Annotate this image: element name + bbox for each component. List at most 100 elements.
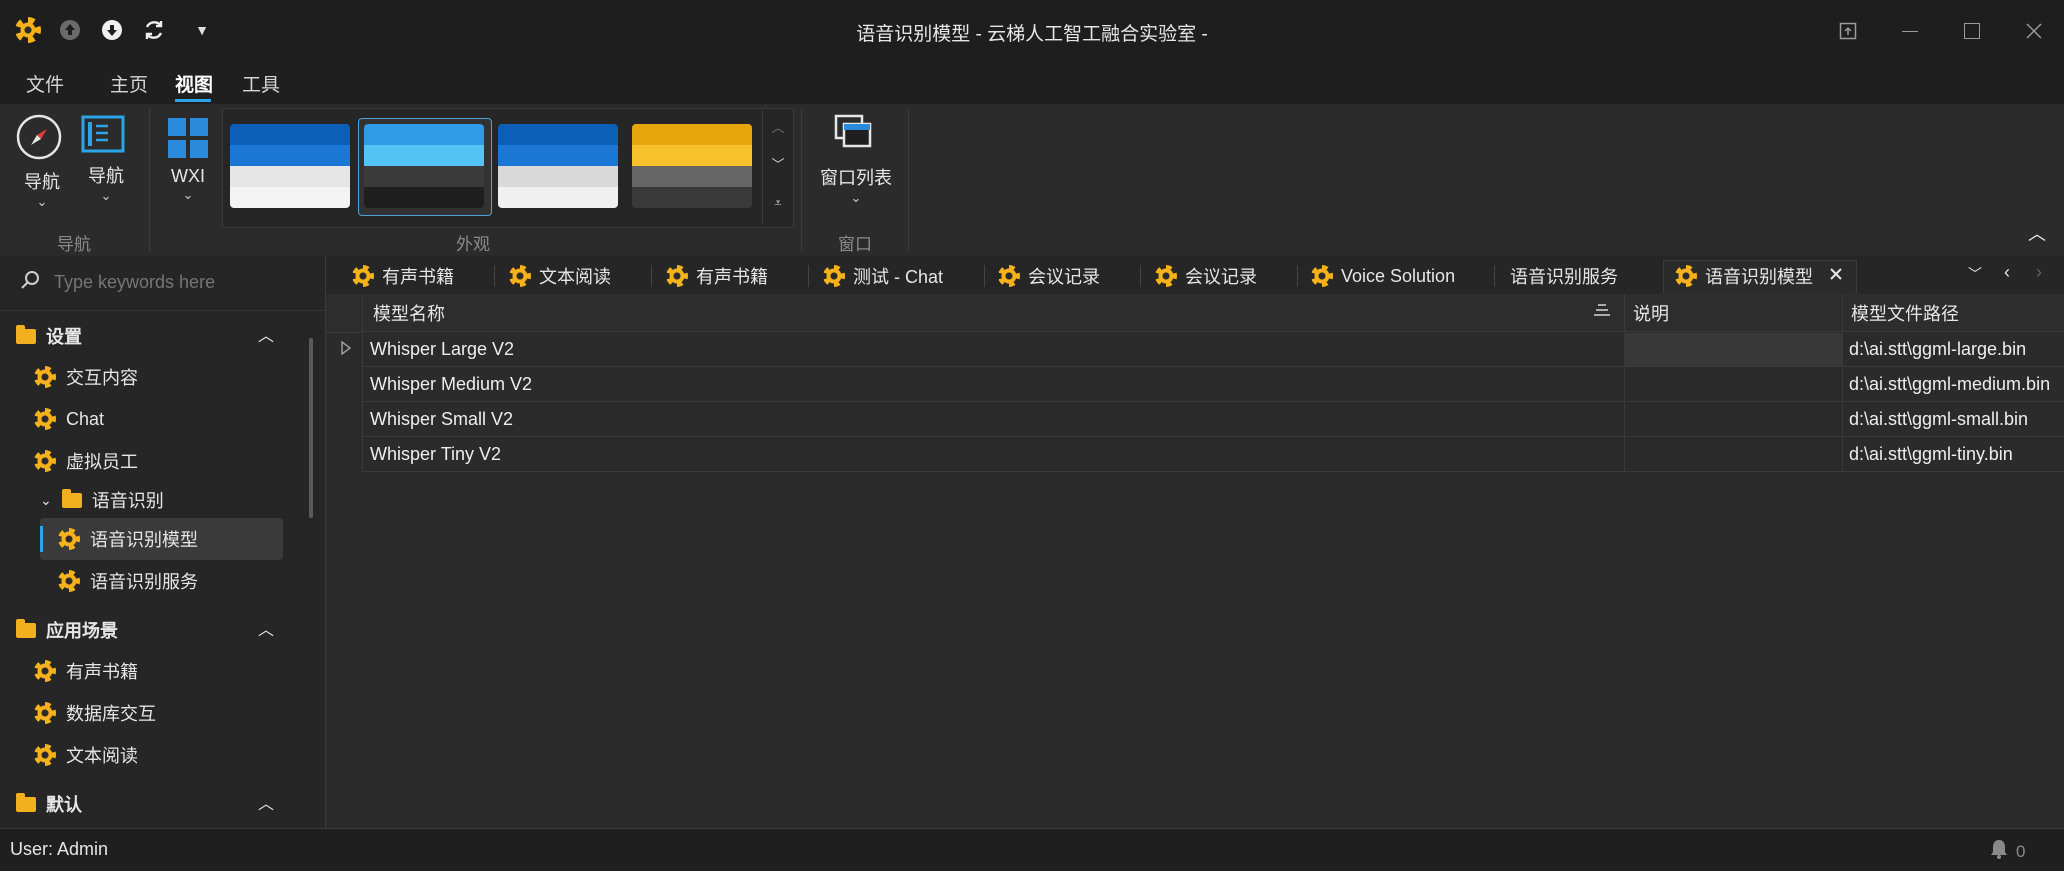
menu-tab-file[interactable]: 文件: [26, 70, 64, 97]
tab-text-reading[interactable]: 文本阅读: [509, 258, 611, 294]
swatch-band: [230, 166, 350, 187]
maximize-button[interactable]: [1952, 14, 1992, 48]
gear-icon: [58, 570, 80, 592]
sidebar-item-audiobooks[interactable]: 有声书籍: [34, 651, 324, 691]
theme-swatch[interactable]: [230, 124, 350, 208]
wxi-theme-button[interactable]: WXI ⌄: [164, 118, 212, 203]
tab-label: 测试 - Chat: [853, 267, 944, 287]
column-header-label: 说明: [1633, 303, 1669, 324]
collapse-group-icon[interactable]: ︿: [258, 322, 274, 346]
column-header-model-name[interactable]: 模型名称: [362, 294, 1624, 332]
notifications[interactable]: 0: [1990, 839, 2025, 864]
divider: [0, 310, 325, 311]
tab-scroll-left-icon[interactable]: ‹: [2004, 262, 2010, 283]
column-header-description[interactable]: 说明: [1624, 294, 1842, 332]
sidebar-item-label: 数据库交互: [66, 704, 156, 724]
swatch-band: [498, 187, 618, 208]
table-cell-model-name[interactable]: Whisper Small V2: [362, 403, 1624, 437]
ribbon-separator: [801, 108, 802, 252]
table-cell-file-path[interactable]: d:\ai.stt\ggml-medium.bin: [1842, 368, 2064, 402]
table-cell-description[interactable]: [1624, 403, 1842, 437]
sidebar-item-text-reading[interactable]: 文本阅读: [34, 735, 324, 775]
nav-button-compass[interactable]: 导航 ⌄: [16, 114, 68, 210]
sidebar-item-virtual-staff[interactable]: 虚拟员工: [34, 441, 324, 481]
collapse-group-icon[interactable]: ︿: [258, 616, 274, 640]
group-title: 设置: [46, 327, 82, 347]
close-button[interactable]: [2014, 14, 2054, 48]
tab-label: 语音识别模型: [1705, 267, 1813, 287]
tab-speech-model[interactable]: 语音识别模型: [1675, 258, 1813, 294]
swatch-band: [230, 187, 350, 208]
table-cell-model-name[interactable]: Whisper Large V2: [362, 333, 1624, 367]
nav-button-panel[interactable]: 导航 ⌄: [80, 114, 132, 204]
tab-audiobooks[interactable]: 有声书籍: [352, 258, 454, 294]
row-indicator-header: [326, 294, 362, 333]
sidebar-item-speech-service[interactable]: 语音识别服务: [58, 561, 348, 601]
nav-button-label: 导航: [88, 166, 124, 186]
tab-meeting-notes-2[interactable]: 会议记录: [1155, 258, 1257, 294]
sidebar-folder-speech[interactable]: ⌄ 语音识别: [40, 480, 330, 520]
title-bar: ▼ 语音识别模型 - 云梯人工智工融合实验室 -: [0, 0, 2064, 62]
tab-separator: [1494, 265, 1495, 287]
collapse-group-icon[interactable]: ︿: [258, 790, 274, 814]
gear-icon: [823, 265, 845, 287]
tab-test-chat[interactable]: 测试 - Chat: [823, 258, 943, 294]
tab-meeting-notes[interactable]: 会议记录: [998, 258, 1100, 294]
collapse-ribbon-icon[interactable]: ︿: [2028, 220, 2046, 246]
table-cell-description[interactable]: [1624, 438, 1842, 472]
table-cell-description[interactable]: [1624, 333, 1842, 367]
gear-icon: [34, 744, 56, 766]
gallery-up-icon[interactable]: ︿: [763, 110, 793, 146]
tab-scroll-right-icon[interactable]: ›: [2036, 262, 2042, 283]
theme-swatch[interactable]: [364, 124, 484, 208]
menu-tab-home[interactable]: 主页: [110, 70, 148, 97]
gallery-down-icon[interactable]: ﹀: [763, 146, 793, 184]
ribbon-group-nav-label: 导航: [57, 235, 91, 254]
sidebar-scrollbar[interactable]: [309, 338, 313, 518]
tab-voice-solution[interactable]: Voice Solution: [1311, 258, 1455, 294]
tab-audiobooks-2[interactable]: 有声书籍: [666, 258, 768, 294]
table-cell-description[interactable]: [1624, 368, 1842, 402]
wxi-label: WXI: [171, 166, 205, 186]
row-expand-icon[interactable]: [340, 340, 352, 361]
window-list-button[interactable]: 窗口列表 ⌄: [816, 114, 896, 206]
menu-tab-tools[interactable]: 工具: [242, 70, 280, 97]
sidebar-item-label: 虚拟员工: [66, 452, 138, 472]
sort-icon[interactable]: [1593, 302, 1611, 325]
tab-list-dropdown-icon[interactable]: ﹀: [1968, 264, 1982, 284]
sidebar-folder-label: 语音识别: [91, 491, 164, 511]
swatch-band: [230, 145, 350, 166]
windows-logo-icon: [168, 118, 208, 158]
ribbon-group-appearance-label: 外观: [456, 235, 490, 254]
sidebar-item-interaction[interactable]: 交互内容: [34, 357, 324, 397]
gear-icon: [998, 265, 1020, 287]
chevron-down-icon: ⌄: [182, 187, 194, 202]
gear-icon: [1675, 265, 1697, 287]
tab-speech-service[interactable]: 语音识别服务: [1510, 258, 1618, 294]
table-cell-file-path[interactable]: d:\ai.stt\ggml-large.bin: [1842, 333, 2064, 367]
column-header-file-path[interactable]: 模型文件路径: [1842, 294, 2064, 332]
close-tab-icon[interactable]: [1828, 266, 1844, 287]
restore-layout-icon[interactable]: [1828, 14, 1868, 48]
folder-open-icon: [16, 324, 36, 344]
sidebar-item-speech-model[interactable]: 语音识别模型: [58, 519, 348, 559]
search-box[interactable]: [20, 270, 316, 295]
table-cell-file-path[interactable]: d:\ai.stt\ggml-tiny.bin: [1842, 438, 2064, 472]
notification-count: 0: [2016, 841, 2026, 861]
navigation-panel-icon: [80, 114, 126, 160]
swatch-band: [632, 145, 752, 166]
menu-tab-view[interactable]: 视图: [175, 70, 213, 97]
table-cell-model-name[interactable]: Whisper Medium V2: [362, 368, 1624, 402]
table-cell-file-path[interactable]: d:\ai.stt\ggml-small.bin: [1842, 403, 2064, 437]
table-cell-model-name[interactable]: Whisper Tiny V2: [362, 438, 1624, 472]
gear-icon: [58, 528, 80, 550]
search-input[interactable]: [52, 271, 316, 294]
sidebar-item-database[interactable]: 数据库交互: [34, 693, 324, 733]
minimize-button[interactable]: [1890, 14, 1930, 48]
gallery-expand-icon[interactable]: ⩡: [763, 184, 793, 222]
theme-swatch[interactable]: [498, 124, 618, 208]
bell-icon: [1990, 839, 2008, 864]
theme-swatch[interactable]: [632, 124, 752, 208]
sidebar-item-label: 有声书籍: [66, 662, 138, 682]
sidebar-item-chat[interactable]: Chat: [34, 399, 324, 439]
